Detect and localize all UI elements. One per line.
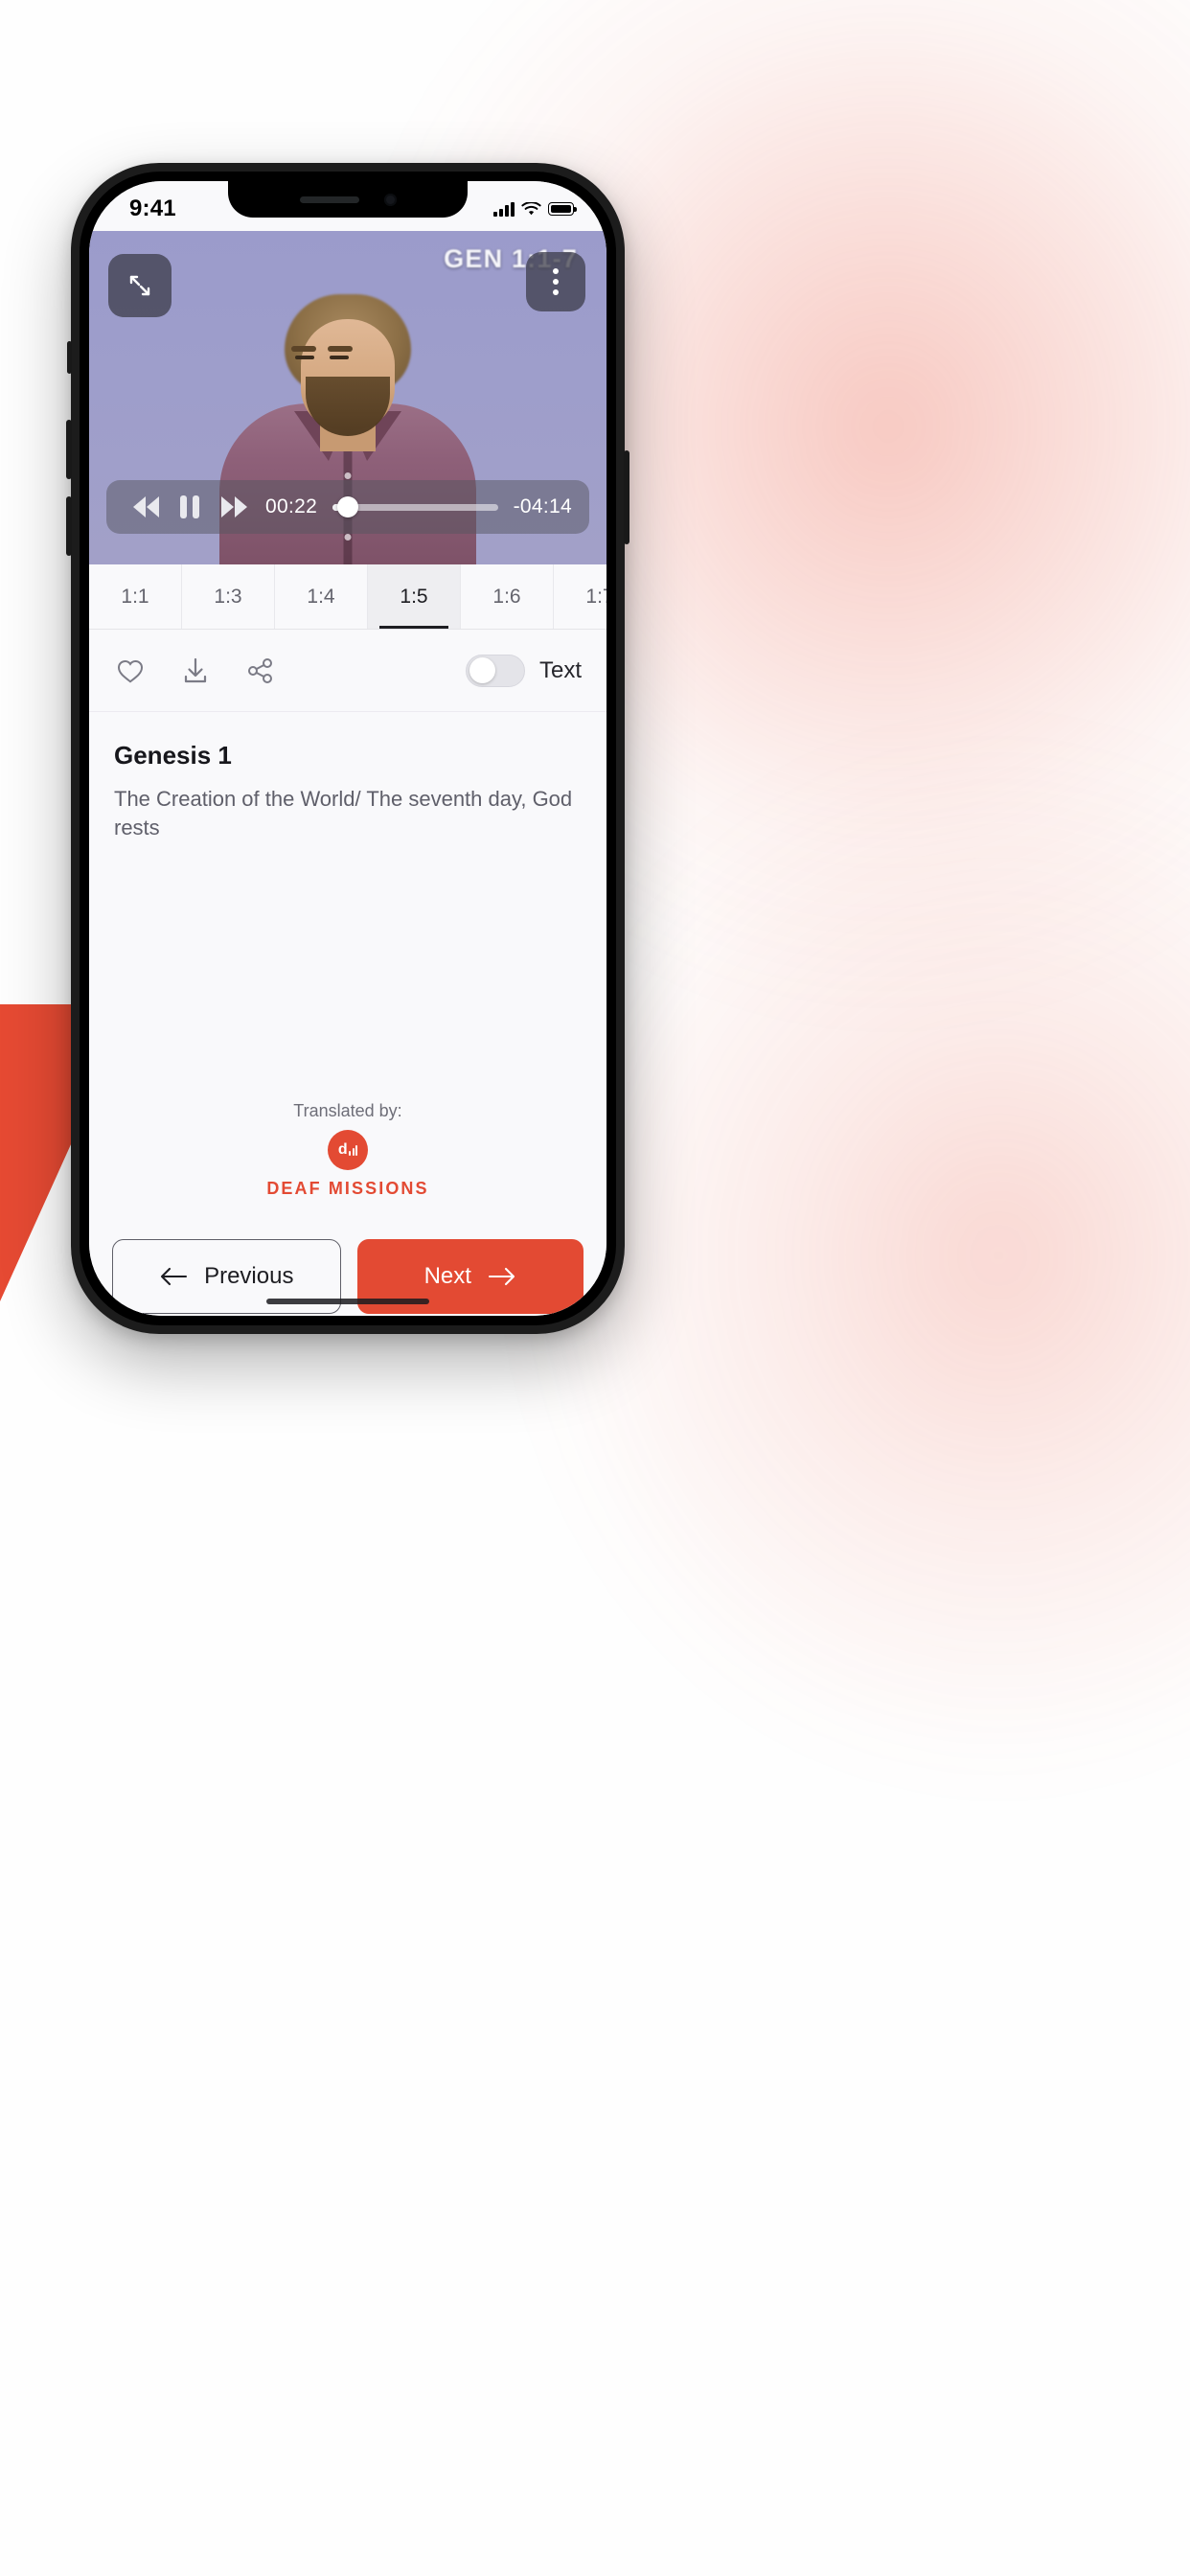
status-bar: 9:41 [89, 181, 606, 231]
heart-icon[interactable] [114, 655, 147, 687]
signer-eye-right [330, 356, 349, 359]
signer-brow-left [291, 346, 316, 352]
passage-subtitle: The Creation of the World/ The seventh d… [114, 787, 573, 840]
verse-tab-1-1[interactable]: 1:1 [89, 564, 182, 629]
download-icon[interactable] [179, 655, 212, 687]
verse-tab-1-3[interactable]: 1:3 [182, 564, 275, 629]
translator-organization: DEAF MISSIONS [266, 1179, 429, 1198]
battery-full-icon [548, 202, 577, 216]
phone-screen: 9:41 GEN 1:1-7 00:22 -04:14 1:1 1:3 1:4 … [89, 181, 606, 1316]
earpiece-speaker [299, 196, 359, 203]
text-toggle-group: Text [465, 654, 582, 687]
verse-tab-1-4[interactable]: 1:4 [275, 564, 368, 629]
status-time: 9:41 [129, 196, 176, 221]
verse-tab-1-7[interactable]: 1:7 [554, 564, 606, 629]
passage-content: Genesis 1 The Creation of the World/ The… [89, 712, 606, 1220]
remaining-time: -04:14 [513, 495, 572, 518]
signer-brow-right [328, 346, 353, 352]
arrow-right-icon [488, 1267, 515, 1286]
verse-tab-1-6[interactable]: 1:6 [461, 564, 554, 629]
toggle-knob [469, 657, 495, 683]
logo-sound-waves [349, 1144, 358, 1156]
phone-notch [228, 181, 468, 218]
text-toggle-switch[interactable] [465, 654, 525, 687]
phone-mockup: 9:41 GEN 1:1-7 00:22 -04:14 1:1 1:3 1:4 … [66, 163, 629, 1334]
fast-forward-icon[interactable] [212, 485, 256, 529]
text-toggle-label: Text [538, 656, 582, 683]
video-progress-slider[interactable] [332, 496, 498, 518]
video-controls-bar[interactable]: 00:22 -04:14 [106, 480, 589, 534]
status-icons [493, 201, 577, 217]
home-indicator [266, 1299, 429, 1304]
phone-mute-switch [67, 341, 72, 374]
cellular-signal-icon [493, 201, 515, 217]
verse-tab-bar[interactable]: 1:1 1:3 1:4 1:5 1:6 1:7 [89, 564, 606, 630]
signer-eye-left [295, 356, 314, 359]
arrow-left-icon [161, 1267, 188, 1286]
previous-button-label: Previous [204, 1263, 294, 1289]
action-row: Text [89, 630, 606, 712]
share-icon[interactable] [244, 655, 277, 687]
deaf-missions-logo-icon: d [328, 1130, 368, 1170]
rewind-icon[interactable] [124, 485, 168, 529]
translated-by-label: Translated by: [293, 1101, 402, 1120]
logo-letter: d [337, 1141, 348, 1158]
elapsed-time: 00:22 [265, 495, 318, 518]
front-camera [383, 193, 397, 206]
pause-icon[interactable] [168, 485, 212, 529]
action-icon-group [114, 655, 277, 687]
wifi-icon [521, 201, 541, 215]
more-vertical-icon[interactable] [526, 252, 585, 311]
phone-volume-up-button [66, 420, 72, 479]
expand-fullscreen-icon[interactable] [108, 254, 172, 317]
passage-title: Genesis 1 [114, 741, 232, 770]
phone-power-button [624, 450, 629, 544]
translated-by-block: Translated by: d DEAF MISSIONS [89, 1101, 606, 1199]
phone-volume-down-button [66, 496, 72, 556]
video-player[interactable]: GEN 1:1-7 00:22 -04:14 [89, 231, 606, 564]
verse-tab-1-5[interactable]: 1:5 [368, 564, 461, 629]
page-root: 9:41 GEN 1:1-7 00:22 -04:14 1:1 1:3 1:4 … [0, 0, 1190, 2576]
next-button-label: Next [423, 1263, 471, 1289]
